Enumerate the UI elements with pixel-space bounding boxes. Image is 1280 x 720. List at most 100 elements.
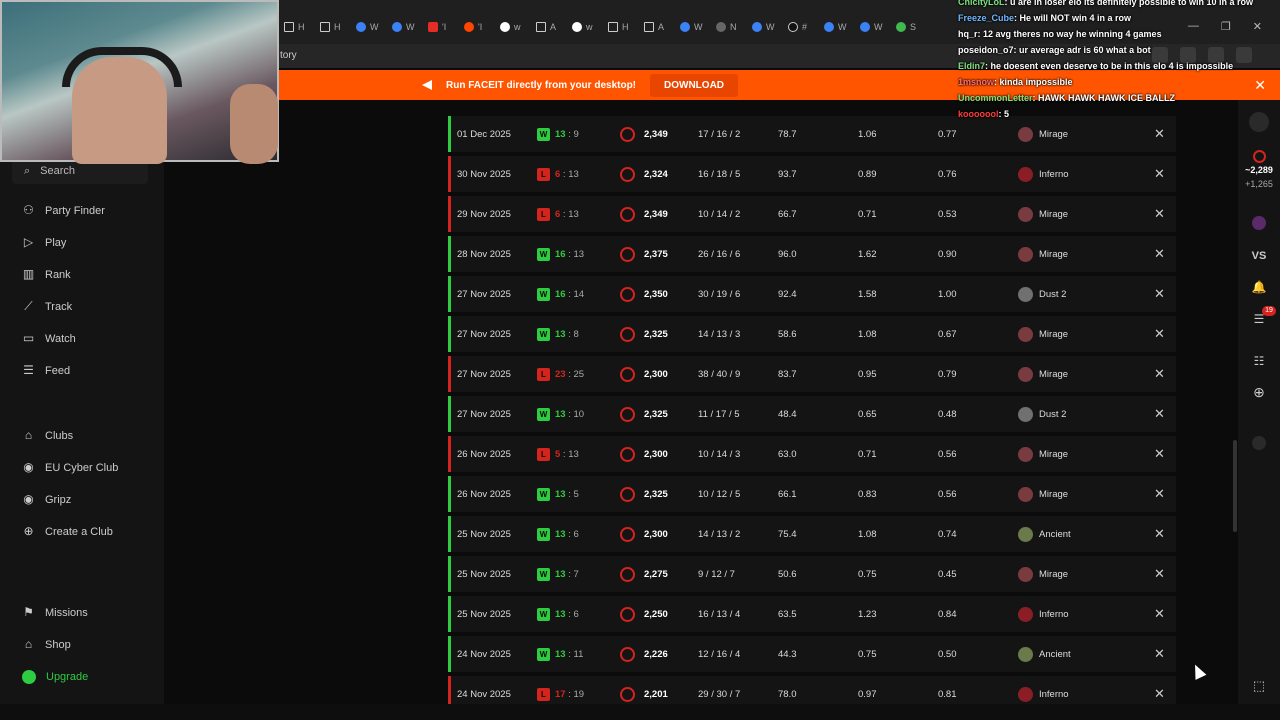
chat-username: Freeze_Cube	[958, 13, 1015, 23]
match-kr: 0.67	[938, 328, 957, 340]
match-kda: 26 / 16 / 6	[698, 248, 741, 260]
match-row[interactable]: 30 Nov 2025 L 6 : 13 2,324 16 / 18 / 5 93.7 0.…	[448, 156, 1176, 194]
match-kd: 1.08	[858, 528, 877, 540]
elo-value: 2,275	[644, 568, 668, 580]
close-icon[interactable]: ✕	[1154, 556, 1165, 592]
match-row[interactable]: 24 Nov 2025 W 13 : 11 2,226 12 / 16 / 4 44.3 0…	[448, 636, 1176, 674]
skill-level-icon	[620, 686, 635, 702]
match-row[interactable]: 26 Nov 2025 W 13 : 5 2,325 10 / 12 / 5 66.1 0.…	[448, 476, 1176, 514]
reddit-icon	[464, 22, 474, 32]
match-row[interactable]: 27 Nov 2025 W 13 : 8 2,325 14 / 13 / 3 58.6 1.…	[448, 316, 1176, 354]
match-row[interactable]: 26 Nov 2025 L 5 : 13 2,300 10 / 14 / 3 63.0 0.…	[448, 436, 1176, 474]
address-text[interactable]: tory	[280, 50, 297, 61]
browser-tab[interactable]: W	[392, 19, 428, 35]
browser-tab[interactable]: A	[644, 19, 680, 35]
sidebar-item-gripz[interactable]: ◉ Gripz	[22, 493, 71, 506]
sidebar-item-track[interactable]: ⟋ Track	[22, 300, 72, 313]
score-separator: :	[565, 528, 574, 540]
sidebar-item-upgrade[interactable]: Upgrade	[22, 670, 88, 684]
friends-icon[interactable]: ☰ 19	[1238, 306, 1280, 326]
map-icon	[1018, 246, 1033, 262]
tab-label: H	[622, 22, 629, 32]
globe-icon	[824, 22, 834, 32]
sidebar-item-missions[interactable]: ⚑ Missions	[22, 606, 88, 619]
browser-tab[interactable]: N	[716, 19, 752, 35]
browser-tab[interactable]: W	[752, 19, 788, 35]
x-icon	[644, 22, 654, 32]
browser-tab[interactable]: H	[284, 19, 320, 35]
team-icon[interactable]: ☷	[1238, 354, 1280, 368]
close-icon[interactable]: ✕	[1154, 396, 1165, 432]
browser-tab[interactable]: w	[500, 19, 536, 35]
match-elo: 2,250	[620, 596, 668, 632]
match-row[interactable]: 25 Nov 2025 W 13 : 7 2,275 9 / 12 / 7 50.6 0.7…	[448, 556, 1176, 594]
match-row[interactable]: 27 Nov 2025 W 16 : 14 2,350 30 / 19 / 6 92.4 1…	[448, 276, 1176, 314]
result-badge: W	[537, 527, 550, 541]
tab-label: W	[874, 22, 883, 32]
close-icon[interactable]: ✕	[1154, 436, 1165, 472]
match-row[interactable]: 25 Nov 2025 W 13 : 6 2,300 14 / 13 / 2 75.4 1.…	[448, 516, 1176, 554]
match-row[interactable]: 27 Nov 2025 W 13 : 10 2,325 11 / 17 / 5 48.4 0…	[448, 396, 1176, 434]
browser-tab[interactable]: W	[860, 19, 896, 35]
close-icon[interactable]: ✕	[1154, 476, 1165, 512]
browser-tab[interactable]: S	[896, 19, 932, 35]
browser-tab[interactable]: w	[572, 19, 608, 35]
sidebar-item-play[interactable]: ▷ Play	[22, 236, 67, 249]
user-slot-icon[interactable]	[1238, 436, 1280, 452]
browser-tab[interactable]: H	[320, 19, 356, 35]
close-icon[interactable]: ✕	[1154, 316, 1165, 352]
add-circle-icon[interactable]: ⊕	[1238, 384, 1280, 401]
browser-tab[interactable]: #	[788, 19, 824, 35]
close-icon[interactable]: ✕	[1154, 356, 1165, 392]
party-icon[interactable]	[1238, 216, 1280, 232]
browser-tab[interactable]: H	[608, 19, 644, 35]
chat-dock-icon[interactable]: ⬚	[1238, 678, 1280, 694]
score-opponent: 5	[573, 488, 579, 500]
match-row[interactable]: 01 Dec 2025 W 13 : 9 2,349 17 / 16 / 2 78.7 1.…	[448, 116, 1176, 154]
match-row[interactable]: 28 Nov 2025 W 16 : 13 2,375 26 / 16 / 6 96.0 1…	[448, 236, 1176, 274]
close-icon[interactable]: ✕	[1154, 156, 1165, 192]
score-separator: :	[565, 408, 574, 420]
search-icon: ⌕	[24, 164, 31, 177]
download-button[interactable]: DOWNLOAD	[650, 73, 739, 97]
match-row[interactable]: 29 Nov 2025 L 6 : 13 2,349 10 / 14 / 2 66.7 0.…	[448, 196, 1176, 234]
match-date: 25 Nov 2025	[457, 528, 511, 540]
match-date: 27 Nov 2025	[457, 328, 511, 340]
match-kr: 0.50	[938, 648, 957, 660]
match-score: W 13 : 10	[537, 396, 584, 432]
match-date: 28 Nov 2025	[457, 248, 511, 260]
elo-widget[interactable]: ~2,289 +1,265	[1238, 150, 1280, 189]
browser-tab[interactable]: W	[824, 19, 860, 35]
sidebar-item-watch[interactable]: ▭ Watch	[22, 332, 76, 345]
sidebar-item-feed[interactable]: ☰ Feed	[22, 364, 70, 377]
browser-tab[interactable]: 'I	[428, 19, 464, 35]
sidebar-item-eu-cyber-club[interactable]: ◉ EU Cyber Club	[22, 461, 118, 474]
sidebar-item-party-finder[interactable]: ⚇ Party Finder	[22, 204, 105, 217]
close-icon[interactable]: ✕	[1154, 516, 1165, 552]
browser-tab[interactable]: W	[356, 19, 392, 35]
sidebar-item-create-a-club[interactable]: ⊕ Create a Club	[22, 525, 112, 538]
match-kr: 0.84	[938, 608, 957, 620]
close-icon[interactable]: ✕	[1154, 636, 1165, 672]
sidebar-item-clubs[interactable]: ⌂ Clubs	[22, 429, 73, 442]
close-icon[interactable]: ✕	[1154, 276, 1165, 312]
match-score: W 13 : 6	[537, 596, 579, 632]
browser-tab[interactable]: 'I	[464, 19, 500, 35]
browser-tab[interactable]: A	[536, 19, 572, 35]
vs-button[interactable]: VS	[1238, 250, 1280, 262]
match-row[interactable]: 25 Nov 2025 W 13 : 6 2,250 16 / 13 / 4 63.5 1.…	[448, 596, 1176, 634]
sidebar-item-shop[interactable]: ⌂ Shop	[22, 638, 71, 651]
scrollbar[interactable]	[1233, 440, 1237, 532]
sidebar-item-rank[interactable]: ▥ Rank	[22, 268, 71, 281]
score-team: 13	[555, 488, 566, 500]
browser-tab[interactable]: W	[680, 19, 716, 35]
close-icon[interactable]: ✕	[1154, 196, 1165, 232]
close-icon[interactable]: ✕	[1154, 596, 1165, 632]
close-icon[interactable]: ✕	[1154, 236, 1165, 272]
match-kd: 1.62	[858, 248, 877, 260]
tab-label: W	[838, 22, 847, 32]
notifications-bell-icon[interactable]: 🔔	[1238, 280, 1280, 294]
match-row[interactable]: 27 Nov 2025 L 23 : 25 2,300 38 / 40 / 9 83.7 0…	[448, 356, 1176, 394]
match-kda: 9 / 12 / 7	[698, 568, 735, 580]
close-icon[interactable]: ✕	[1154, 116, 1165, 152]
